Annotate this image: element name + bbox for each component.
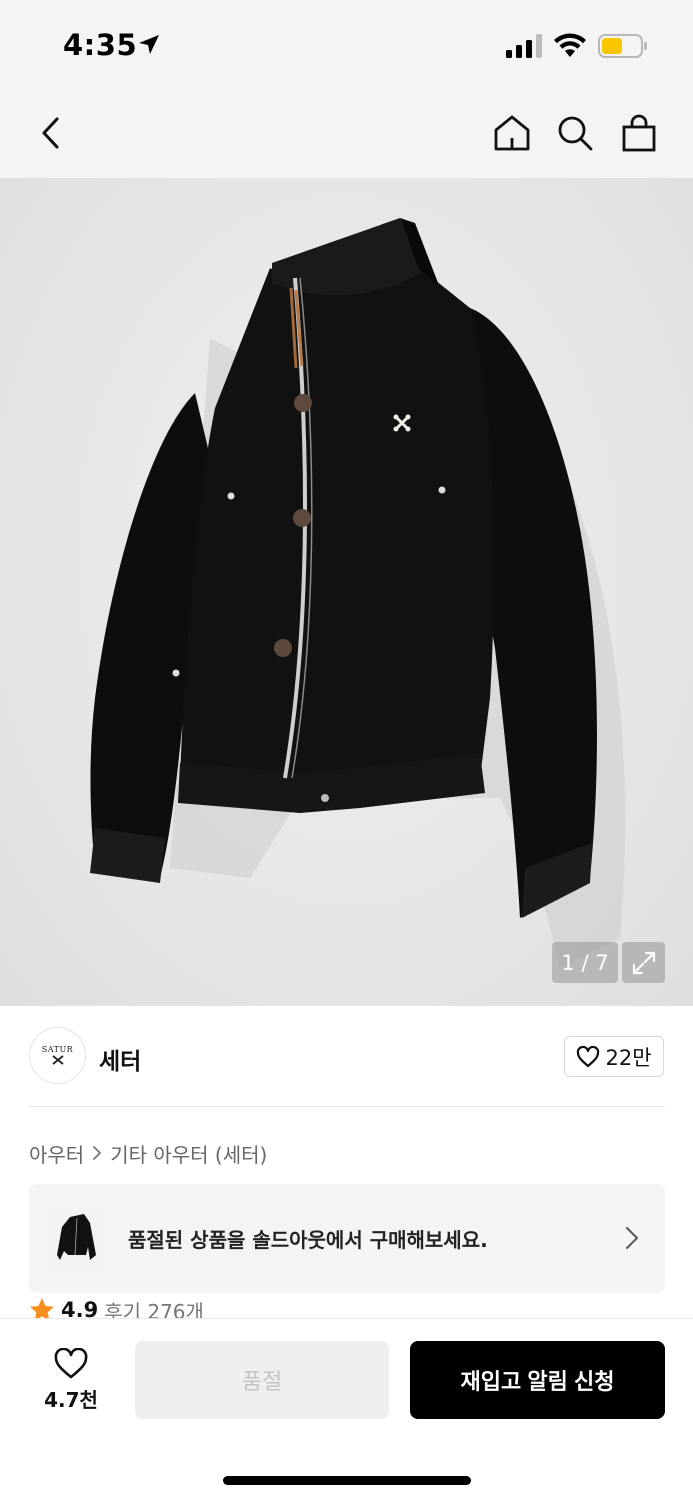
wishlist-button[interactable]: 4.7천 xyxy=(29,1341,113,1419)
home-indicator[interactable] xyxy=(223,1476,471,1485)
breadcrumb-subcategory[interactable]: 기타 아우터 (세터) xyxy=(110,1139,267,1168)
soldout-button: 품절 xyxy=(135,1341,389,1419)
wishlist-count: 4.7천 xyxy=(44,1387,98,1412)
shopping-bag-button[interactable] xyxy=(614,108,664,158)
breadcrumb-category[interactable]: 아우터 xyxy=(29,1139,84,1168)
location-arrow-icon xyxy=(139,35,159,54)
jacket-thumbnail-image xyxy=(50,1205,106,1272)
status-time: 4:35 xyxy=(63,28,138,62)
soldout-banner[interactable]: 품절된 상품을 솔드아웃에서 구매해보세요. xyxy=(29,1184,665,1293)
product-detail-screen: 4:35 1 / 7 SATUR 세터 22만 아우터 기타 아우터 (세터) … xyxy=(0,0,693,1500)
gallery-page-indicator: 1 / 7 xyxy=(552,942,618,983)
navigation-bar xyxy=(0,88,693,178)
brand-like-count: 22만 xyxy=(605,1045,652,1070)
divider xyxy=(29,1106,665,1107)
brand-logo[interactable]: SATUR xyxy=(29,1027,86,1084)
back-icon xyxy=(42,117,59,149)
soldout-banner-text: 품절된 상품을 솔드아웃에서 구매해보세요. xyxy=(128,1228,488,1252)
heart-outline-icon xyxy=(577,1045,600,1067)
battery-icon xyxy=(598,34,647,58)
soldout-product-thumbnail xyxy=(50,1205,106,1272)
brand-name[interactable]: 세터 xyxy=(99,1042,141,1076)
status-bar: 4:35 xyxy=(0,0,693,88)
chevron-right-icon xyxy=(626,1227,638,1249)
product-photo-jacket xyxy=(90,218,626,968)
home-icon xyxy=(494,115,530,151)
home-button[interactable] xyxy=(487,108,537,158)
restock-alert-button[interactable]: 재입고 알림 신청 xyxy=(410,1341,665,1419)
brand-row: SATUR 세터 22만 xyxy=(0,1006,693,1106)
bottom-action-bar: 4.7천 품절 재입고 알림 신청 xyxy=(0,1318,693,1500)
bag-icon xyxy=(622,114,656,152)
breadcrumb: 아우터 기타 아우터 (세터) xyxy=(29,1138,267,1168)
cellular-signal-icon xyxy=(506,34,542,58)
heart-outline-icon xyxy=(54,1347,88,1378)
brand-logo-text: SATUR xyxy=(41,1045,74,1054)
brand-like-button[interactable]: 22만 xyxy=(564,1036,664,1077)
wifi-icon xyxy=(554,33,586,57)
product-image-gallery[interactable]: 1 / 7 xyxy=(0,178,693,1006)
expand-icon xyxy=(632,951,655,974)
expand-image-button[interactable] xyxy=(622,942,665,983)
brand-mark-icon xyxy=(51,1055,64,1065)
search-icon xyxy=(558,116,593,151)
search-button[interactable] xyxy=(550,108,600,158)
chevron-right-icon xyxy=(93,1146,102,1160)
back-button[interactable] xyxy=(25,108,75,158)
